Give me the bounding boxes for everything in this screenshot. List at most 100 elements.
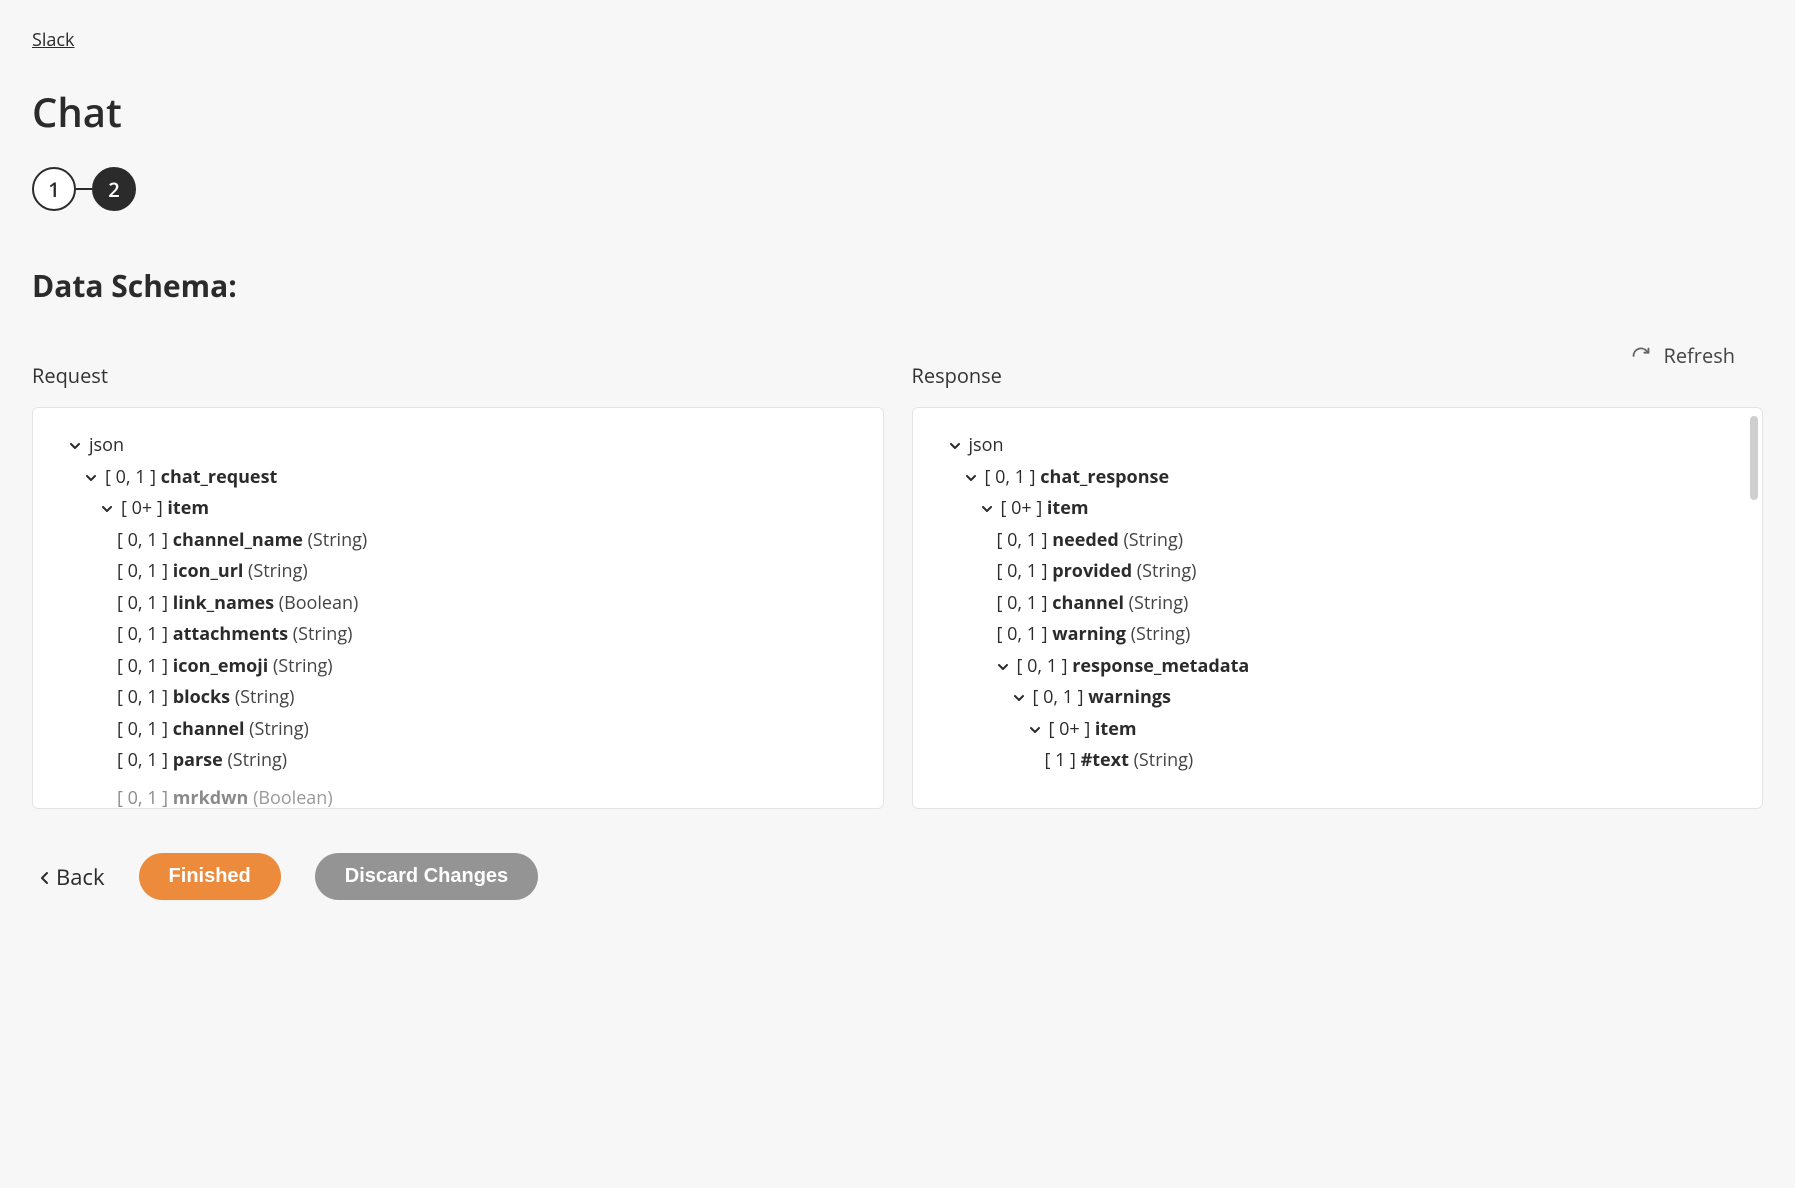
tree-node: [ 0, 1 ] link_names (Boolean) [57, 588, 859, 620]
step-connector [76, 188, 92, 190]
cardinality: [ 0, 1 ] [1033, 685, 1089, 709]
field-type: (String) [308, 528, 368, 552]
field-name: parse [173, 748, 223, 772]
tree-node: [ 0, 1 ] parse (String) [57, 745, 859, 777]
cardinality: [ 0, 1 ] [117, 528, 173, 552]
field-name: icon_url [173, 559, 244, 583]
chevron-down-icon[interactable] [1029, 724, 1043, 736]
chevron-down-icon[interactable] [101, 503, 115, 515]
field-name: #text [1081, 748, 1129, 772]
cardinality: [ 0+ ] [1049, 717, 1095, 741]
refresh-button[interactable]: Refresh [1631, 342, 1735, 369]
field-type: (Boolean) [253, 786, 333, 810]
chevron-down-icon[interactable] [997, 661, 1011, 673]
cardinality: [ 0, 1 ] [105, 465, 161, 489]
tree-node: [ 0, 1 ] icon_url (String) [57, 556, 859, 588]
scrollbar-thumb[interactable] [1750, 416, 1758, 500]
cardinality: [ 0, 1 ] [117, 717, 173, 741]
tree-node: [ 0, 1 ] mrkdwn (Boolean) [57, 783, 859, 810]
cardinality: [ 0, 1 ] [117, 786, 173, 810]
field-name: channel [1052, 591, 1124, 615]
cardinality: [ 0, 1 ] [117, 591, 173, 615]
tree-node: [ 0, 1 ] blocks (String) [57, 682, 859, 714]
tree-root[interactable]: json [937, 430, 1739, 462]
field-type: (String) [235, 685, 295, 709]
chevron-down-icon[interactable] [965, 472, 979, 484]
chevron-left-icon [40, 862, 50, 892]
field-name: attachments [173, 622, 288, 646]
page-title: Chat [32, 84, 1763, 139]
field-type: (String) [1131, 622, 1191, 646]
field-name: warnings [1088, 685, 1171, 709]
discard-button[interactable]: Discard Changes [315, 853, 538, 900]
tree-node[interactable]: [ 0, 1 ] warnings [937, 682, 1739, 714]
tree-node: [ 0, 1 ] warning (String) [937, 619, 1739, 651]
chevron-down-icon[interactable] [981, 503, 995, 515]
field-name: mrkdwn [173, 786, 249, 810]
field-type: (String) [273, 654, 333, 678]
request-panel: json[ 0, 1 ] chat_request[ 0+ ] item[ 0,… [32, 407, 884, 809]
chevron-down-icon[interactable] [1013, 692, 1027, 704]
step-2[interactable]: 2 [92, 167, 136, 211]
tree-node: [ 0, 1 ] icon_emoji (String) [57, 651, 859, 683]
field-name: link_names [173, 591, 274, 615]
field-name: channel_name [173, 528, 303, 552]
tree-node[interactable]: [ 0, 1 ] response_metadata [937, 651, 1739, 683]
request-label: Request [32, 362, 884, 389]
field-name: chat_request [161, 465, 278, 489]
tree-node[interactable]: [ 0+ ] item [937, 714, 1739, 746]
finished-button[interactable]: Finished [139, 853, 281, 900]
cardinality: [ 0, 1 ] [997, 528, 1053, 552]
field-type: (String) [227, 748, 287, 772]
stepper: 1 2 [32, 167, 1763, 211]
refresh-icon [1631, 346, 1651, 366]
tree-node: [ 0, 1 ] channel (String) [57, 714, 859, 746]
tree-root-label: json [969, 433, 1004, 457]
tree-node[interactable]: [ 0, 1 ] chat_request [57, 462, 859, 494]
field-name: needed [1052, 528, 1119, 552]
field-name: item [1095, 717, 1137, 741]
response-tree: json[ 0, 1 ] chat_response[ 0+ ] item[ 0… [937, 430, 1739, 777]
field-type: (Boolean) [279, 591, 359, 615]
cardinality: [ 0, 1 ] [1017, 654, 1073, 678]
field-name: blocks [173, 685, 230, 709]
tree-node: [ 0, 1 ] needed (String) [937, 525, 1739, 557]
section-heading: Data Schema: [32, 265, 1763, 306]
chevron-down-icon[interactable] [85, 472, 99, 484]
tree-node: [ 0, 1 ] channel (String) [937, 588, 1739, 620]
tree-node: [ 1 ] #text (String) [937, 745, 1739, 777]
response-column: Response json[ 0, 1 ] chat_response[ 0+ … [912, 346, 1764, 809]
field-name: channel [173, 717, 245, 741]
step-1[interactable]: 1 [32, 167, 76, 211]
chevron-down-icon[interactable] [69, 440, 83, 452]
cardinality: [ 0+ ] [1001, 496, 1047, 520]
refresh-label: Refresh [1663, 342, 1735, 369]
field-name: icon_emoji [173, 654, 269, 678]
cardinality: [ 0, 1 ] [117, 654, 173, 678]
field-type: (String) [1123, 528, 1183, 552]
tree-root[interactable]: json [57, 430, 859, 462]
back-label: Back [56, 862, 105, 892]
field-type: (String) [1134, 748, 1194, 772]
cardinality: [ 0, 1 ] [985, 465, 1041, 489]
cardinality: [ 0, 1 ] [117, 685, 173, 709]
field-type: (String) [248, 559, 308, 583]
request-tree: json[ 0, 1 ] chat_request[ 0+ ] item[ 0,… [57, 430, 859, 808]
cardinality: [ 0, 1 ] [117, 559, 173, 583]
tree-node[interactable]: [ 0+ ] item [57, 493, 859, 525]
field-name: item [167, 496, 209, 520]
tree-node[interactable]: [ 0+ ] item [937, 493, 1739, 525]
cardinality: [ 0, 1 ] [117, 622, 173, 646]
tree-node[interactable]: [ 0, 1 ] chat_response [937, 462, 1739, 494]
request-column: Request json[ 0, 1 ] chat_request[ 0+ ] … [32, 346, 884, 809]
cardinality: [ 0, 1 ] [117, 748, 173, 772]
tree-root-label: json [89, 433, 124, 457]
field-type: (String) [249, 717, 309, 741]
field-type: (String) [293, 622, 353, 646]
cardinality: [ 0, 1 ] [997, 622, 1053, 646]
breadcrumb-slack[interactable]: Slack [32, 28, 75, 52]
tree-node: [ 0, 1 ] attachments (String) [57, 619, 859, 651]
field-name: item [1047, 496, 1089, 520]
chevron-down-icon[interactable] [949, 440, 963, 452]
back-button[interactable]: Back [40, 862, 105, 892]
